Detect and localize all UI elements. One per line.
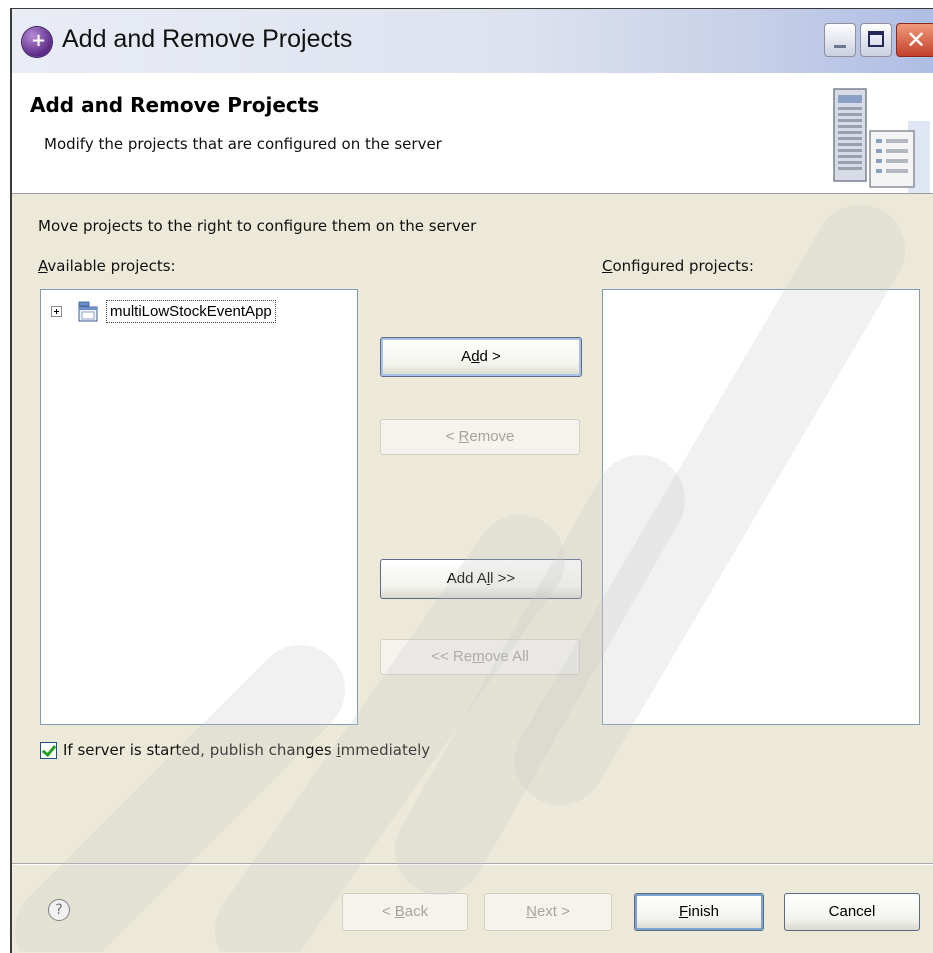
eclipse-app-icon: + <box>22 27 52 57</box>
configured-projects-list[interactable] <box>602 289 920 725</box>
remove-all-button[interactable]: << Remove All <box>380 639 580 675</box>
add-button[interactable]: Add > <box>380 337 582 377</box>
remove-button[interactable]: < Remove <box>380 419 580 455</box>
tree-item-project[interactable]: multiLowStockEventApp <box>51 296 276 326</box>
minimize-button[interactable] <box>824 23 856 57</box>
window-title: Add and Remove Projects <box>62 25 353 53</box>
available-projects-list[interactable]: multiLowStockEventApp <box>40 289 358 725</box>
enterprise-app-icon <box>78 301 98 322</box>
publish-checkbox[interactable] <box>40 741 57 759</box>
available-projects-label: Available projects: <box>38 257 176 275</box>
cancel-button[interactable]: Cancel <box>784 893 920 931</box>
finish-button[interactable]: Finish <box>634 893 764 931</box>
maximize-button[interactable] <box>860 23 892 57</box>
footer-separator <box>12 863 933 865</box>
help-icon[interactable]: ? <box>48 899 70 921</box>
back-button[interactable]: < Back <box>342 893 468 931</box>
title-bar[interactable]: + Add and Remove Projects ✕ <box>12 9 933 73</box>
next-button[interactable]: Next > <box>484 893 612 931</box>
publish-option[interactable]: If server is started, publish changes im… <box>40 741 430 759</box>
add-all-button[interactable]: Add All >> <box>380 559 582 599</box>
banner-description: Modify the projects that are configured … <box>44 135 442 153</box>
server-config-graphic <box>820 81 930 193</box>
close-button[interactable]: ✕ <box>896 23 933 57</box>
tree-item-label[interactable]: multiLowStockEventApp <box>106 299 276 323</box>
configured-projects-label: Configured projects: <box>602 257 754 275</box>
instruction-text: Move projects to the right to configure … <box>38 217 477 235</box>
wizard-banner: Add and Remove Projects Modify the proje… <box>12 73 933 194</box>
close-icon: ✕ <box>906 26 927 54</box>
banner-title: Add and Remove Projects <box>30 93 320 117</box>
publish-checkbox-label[interactable]: If server is started, publish changes im… <box>63 741 430 759</box>
expand-plus-icon[interactable] <box>51 305 62 317</box>
dialog-window: + Add and Remove Projects ✕ Add and Remo… <box>10 8 933 953</box>
